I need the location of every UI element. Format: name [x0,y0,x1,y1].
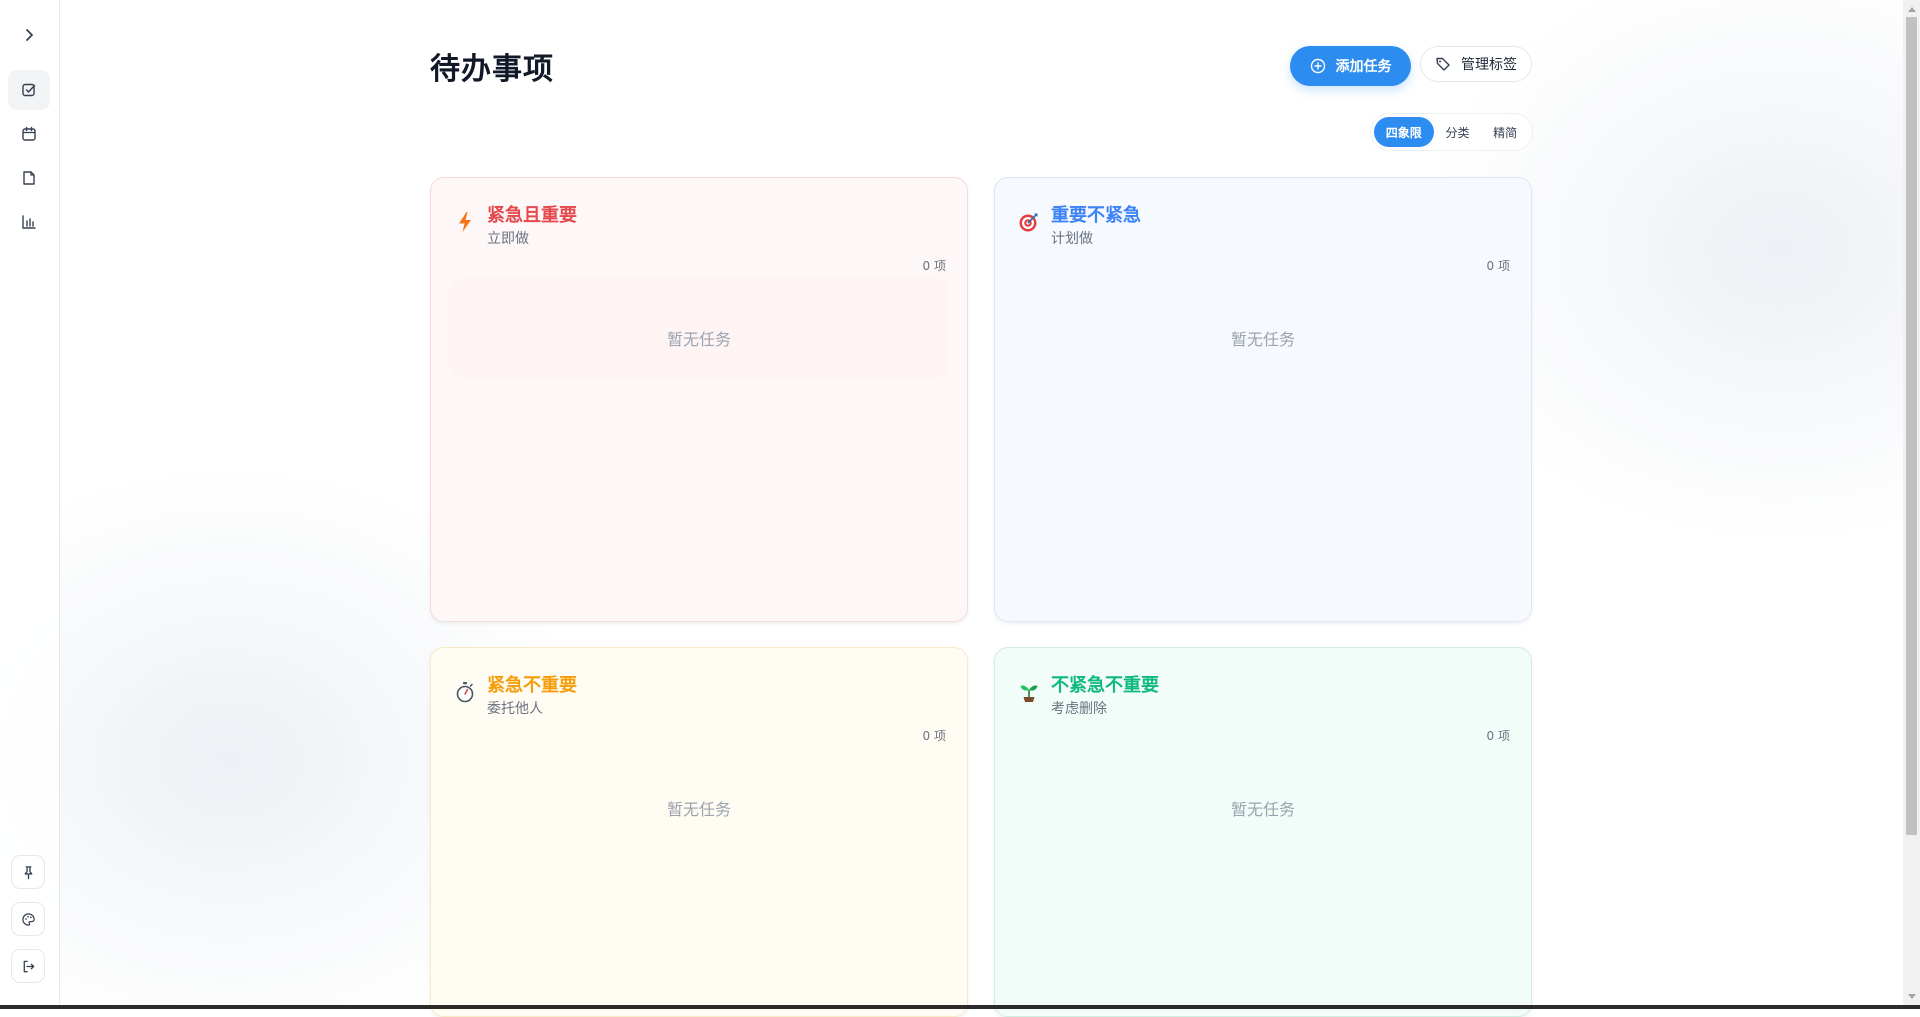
quadrant-empty-text: 暂无任务 [666,330,731,349]
quadrant-empty-text: 暂无任务 [666,800,731,819]
quadrant-subtitle: 计划做 [1051,231,1093,247]
scroll-up-icon[interactable] [1903,0,1920,17]
sidebar-item-notes[interactable] [8,158,50,198]
quadrant-empty-text: 暂无任务 [1230,800,1295,819]
plus-circle-icon [1310,58,1325,74]
sidebar-bottom-actions [11,855,45,996]
sidebar-item-todo[interactable] [8,70,50,110]
logout-icon [23,960,34,972]
view-option-category[interactable]: 分类 [1434,117,1482,147]
chevron-right-icon [26,29,33,41]
lightning-icon [453,210,477,234]
quadrant-count: 0 项 [1486,259,1510,273]
quadrant-title: 不紧急不重要 [1051,675,1159,696]
sidebar-item-calendar[interactable] [8,114,50,154]
tag-icon [1436,57,1450,71]
quadrant-urgent-not-important[interactable]: 紧急不重要 委托他人 0 项 暂无任务 [430,647,968,1017]
view-option-compact[interactable]: 精简 [1481,117,1529,147]
quadrant-empty-text: 暂无任务 [1230,330,1295,349]
sidebar-item-stats[interactable] [8,202,50,242]
quadrant-subtitle: 考虑删除 [1051,701,1107,717]
add-task-button[interactable]: 添加任务 [1290,46,1411,86]
manage-tags-label: 管理标签 [1461,57,1517,73]
theme-button[interactable] [11,902,45,936]
view-mode-switch: 四象限 分类 精简 [1370,113,1533,151]
target-icon [1017,210,1041,234]
sidebar-toggle-button[interactable] [15,21,43,49]
pin-button[interactable] [11,855,45,889]
quadrant-title: 重要不紧急 [1051,205,1141,226]
pin-icon [24,865,32,879]
quadrant-title: 紧急不重要 [487,675,577,696]
seedling-icon [1017,680,1041,704]
scrollbar-thumb[interactable] [1906,17,1917,835]
manage-tags-button[interactable]: 管理标签 [1420,46,1532,82]
sidebar-nav [8,70,50,246]
quadrant-count: 0 项 [922,259,946,273]
checkbox-icon [22,83,36,97]
vertical-scrollbar[interactable] [1903,0,1920,1005]
page-title: 待办事项 [430,52,554,87]
view-option-quadrant[interactable]: 四象限 [1374,117,1434,147]
calendar-icon [22,126,36,141]
quadrant-subtitle: 委托他人 [487,701,543,717]
palette-icon [21,912,35,926]
logout-button[interactable] [11,949,45,983]
add-task-label: 添加任务 [1335,59,1392,75]
quadrant-count: 0 项 [922,729,946,743]
quadrant-count: 0 项 [1486,729,1510,743]
document-icon [23,171,35,185]
quadrant-title: 紧急且重要 [487,205,577,226]
quadrant-urgent-important[interactable]: 紧急且重要 立即做 0 项 暂无任务 [430,177,968,622]
sidebar [0,0,60,1005]
quadrant-important-not-urgent[interactable]: 重要不紧急 计划做 0 项 暂无任务 [994,177,1532,622]
bar-chart-icon [22,215,36,229]
main-content: 待办事项 添加任务 管理标签 四象限 分类 精简 紧急且重要 立即做 0 项 暂… [430,0,1534,1017]
window-bottom-edge [0,1005,1920,1009]
quadrant-subtitle: 立即做 [487,231,529,247]
scroll-down-icon[interactable] [1903,988,1920,1005]
stopwatch-icon [453,680,477,704]
quadrant-not-urgent-not-important[interactable]: 不紧急不重要 考虑删除 0 项 暂无任务 [994,647,1532,1017]
